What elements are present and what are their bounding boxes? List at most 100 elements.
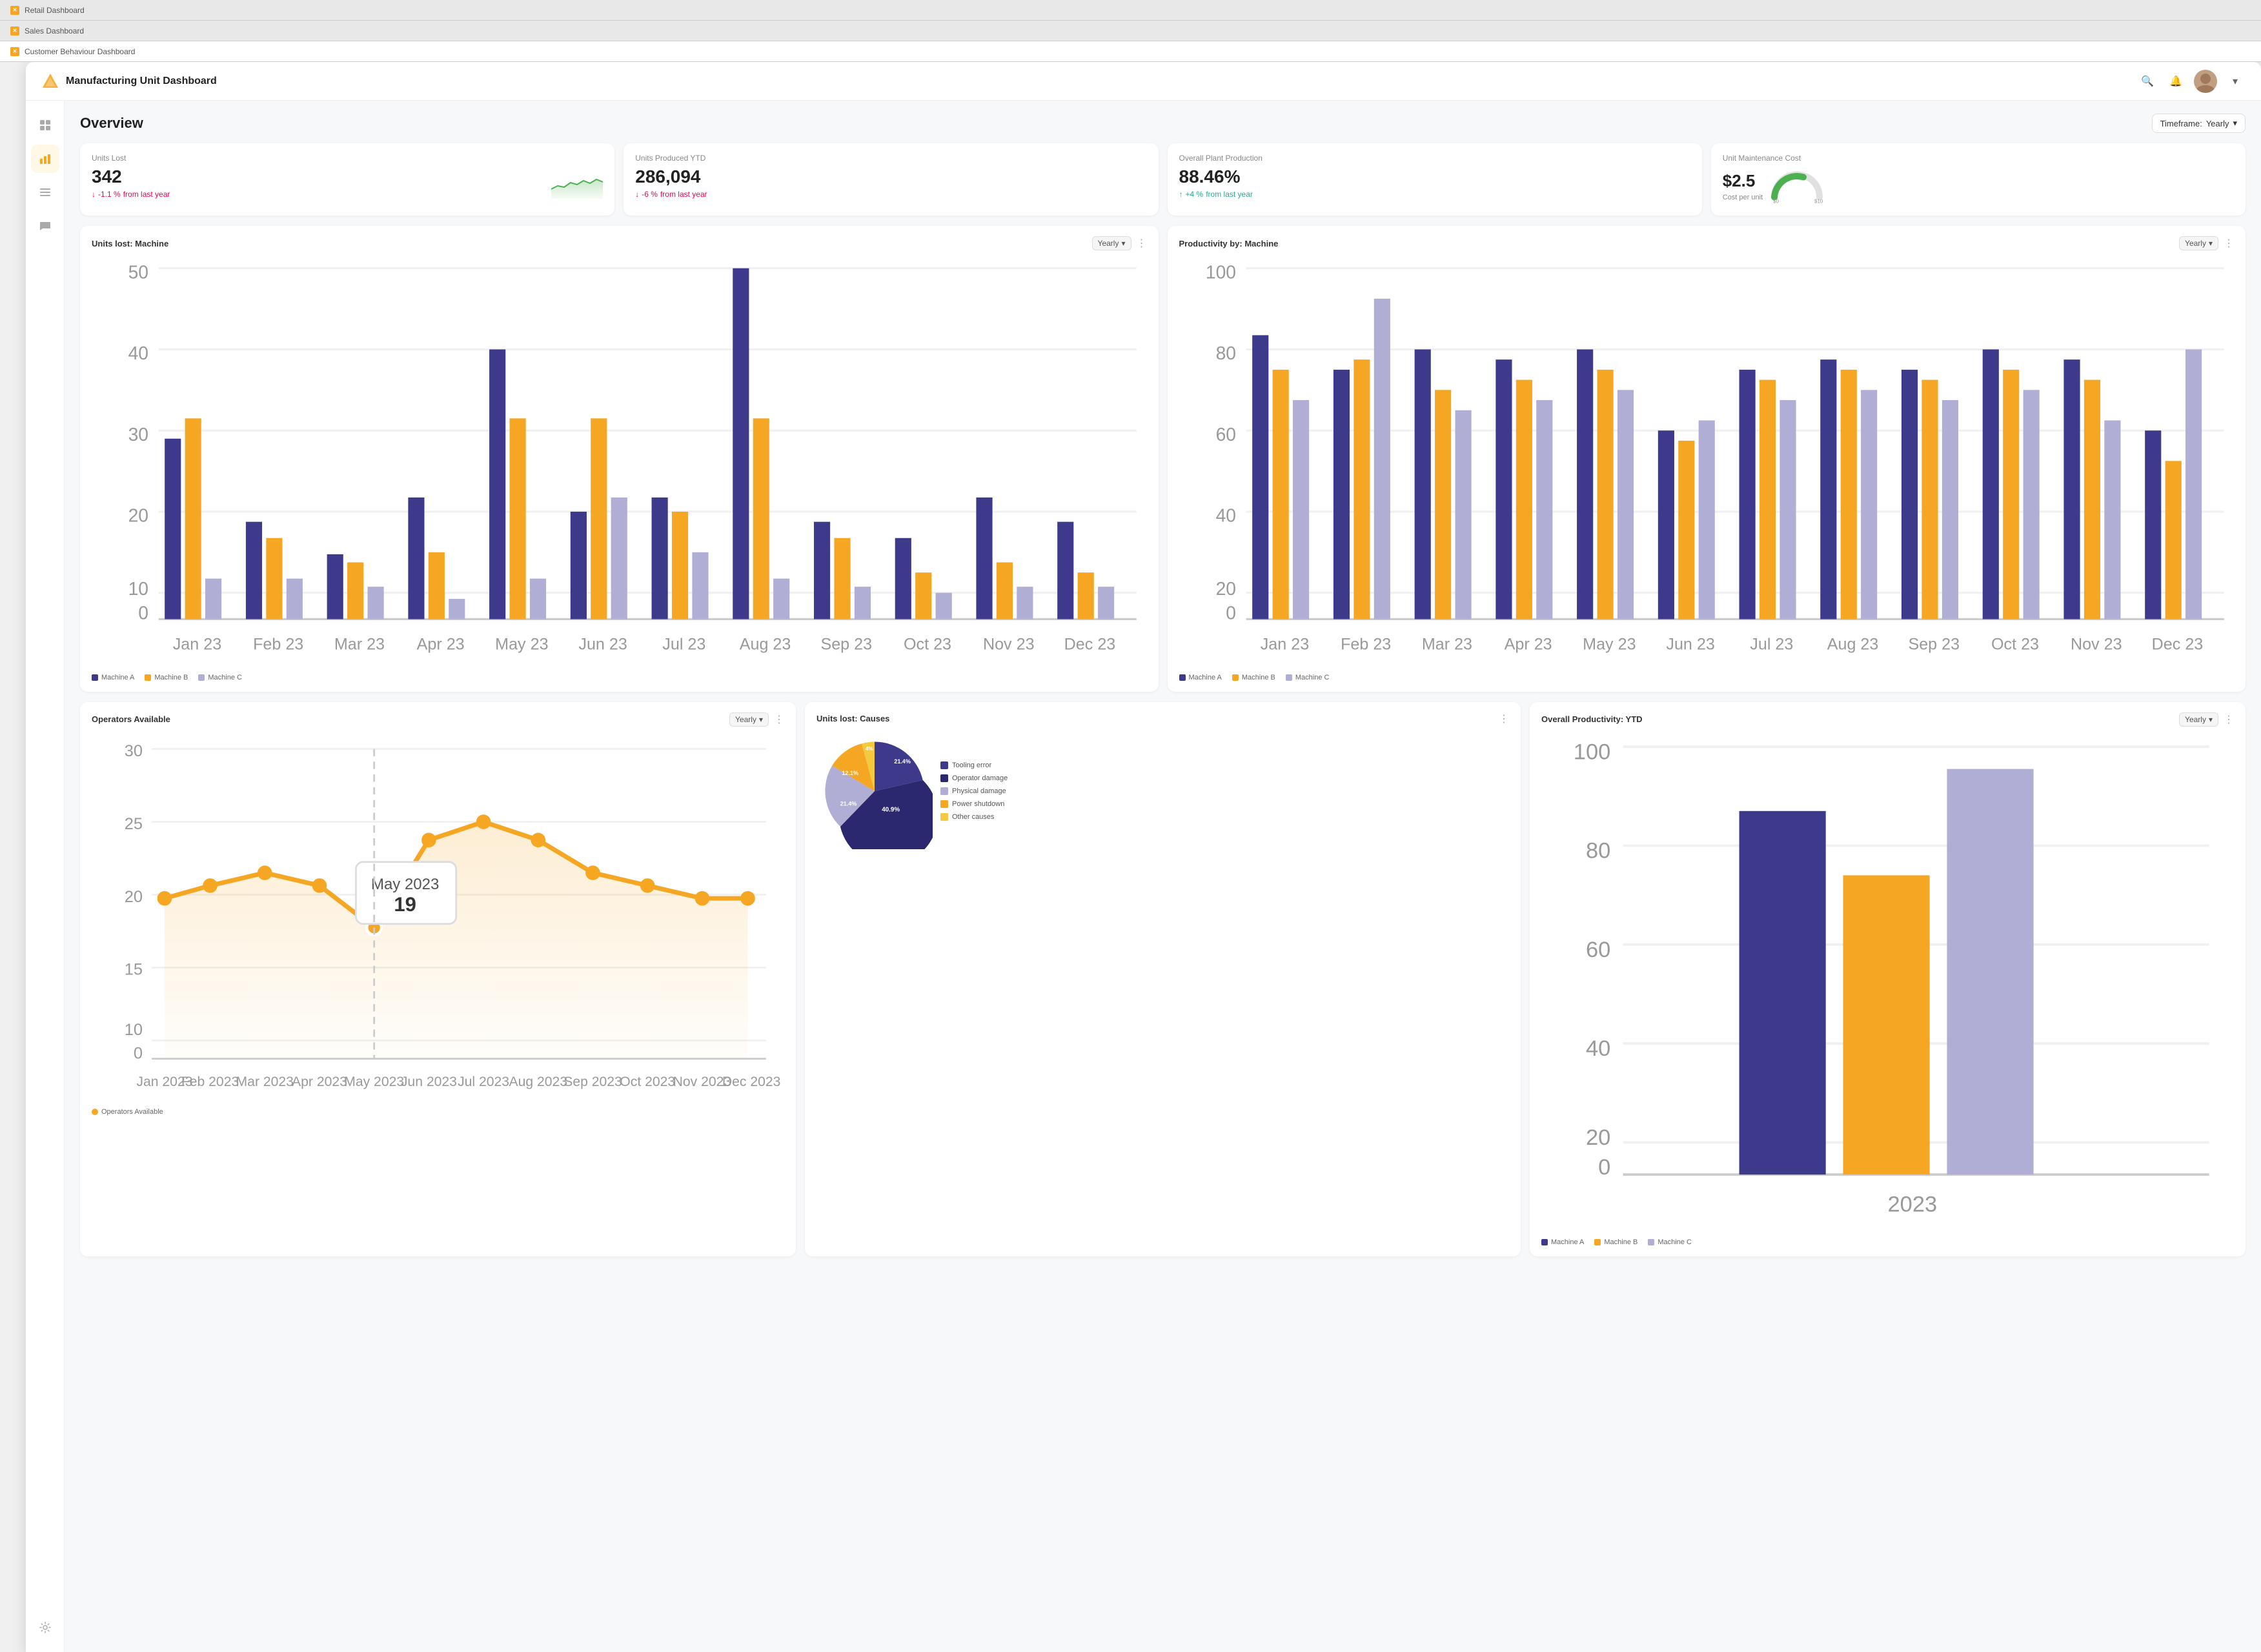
chart-productivity-ytd-title: Overall Productivity: YTD (1541, 714, 1643, 724)
productivity-machine-timeframe-dropdown[interactable]: Yearly ▾ (2179, 236, 2218, 250)
app-layout: Overview Timeframe: Yearly ▾ Units Lost … (26, 101, 2261, 1652)
browser-tab-sales[interactable]: ✕ Sales Dashboard (0, 21, 2261, 41)
arrow-down-icon: ↓ (92, 190, 96, 199)
overview-header: Overview Timeframe: Yearly ▾ (80, 114, 2246, 133)
chart-overall-productivity: Overall Productivity: YTD Yearly ▾ ⋮ 100… (1530, 702, 2246, 1256)
operators-menu[interactable]: ⋮ (774, 713, 784, 726)
svg-text:100: 100 (1574, 740, 1611, 764)
svg-text:60: 60 (1215, 424, 1235, 445)
kpi-plant-production-value: 88.46% (1179, 166, 1690, 187)
pie-section: 21.4% 40.9% 21.4% 12.1% 4% Tooling error (816, 733, 1509, 849)
tab-logo-customer: ✕ (10, 47, 19, 56)
topbar-actions: 🔍 🔔 ▾ (2137, 70, 2246, 93)
svg-text:20: 20 (128, 505, 148, 526)
productivity-machine-legend: Machine A Machine B Machine C (1179, 674, 2235, 681)
svg-text:30: 30 (128, 424, 148, 445)
sidebar-item-list[interactable] (31, 178, 59, 206)
units-lost-machine-menu[interactable]: ⋮ (1137, 237, 1147, 250)
svg-text:Dec 23: Dec 23 (1064, 636, 1116, 654)
legend-ytd-machine-c: Machine C (1648, 1238, 1692, 1246)
kpi-units-lost: Units Lost 342 ↓ -1.1 % from last year (80, 143, 614, 216)
notification-icon-button[interactable]: 🔔 (2165, 71, 2186, 92)
browser-tab-customer[interactable]: ✕ Customer Behaviour Dashboard (0, 41, 2261, 62)
kpi-maintenance-cost-value: $2.5 (1723, 171, 1763, 191)
sidebar-item-chart[interactable] (31, 145, 59, 173)
causes-menu[interactable]: ⋮ (1499, 712, 1509, 725)
svg-text:20: 20 (1586, 1125, 1610, 1150)
chart-productivity-machine: Productivity by: Machine Yearly ▾ ⋮ 100 … (1168, 226, 2246, 692)
chart-causes-header: Units lost: Causes ⋮ (816, 712, 1509, 725)
svg-text:Dec 23: Dec 23 (2151, 636, 2203, 654)
productivity-ytd-menu[interactable]: ⋮ (2224, 713, 2234, 726)
kpi-units-produced: Units Produced YTD 286,094 ↓ -6 % from l… (624, 143, 1158, 216)
svg-text:Apr 23: Apr 23 (417, 636, 465, 654)
legend-machine-a-label: Machine A (101, 674, 134, 681)
svg-text:Sep 23: Sep 23 (820, 636, 872, 654)
svg-text:May 2023: May 2023 (344, 1074, 404, 1089)
browser-tab-retail[interactable]: ✕ Retail Dashboard (0, 0, 2261, 21)
svg-text:40: 40 (1215, 505, 1235, 526)
kpi-units-produced-change: ↓ -6 % from last year (635, 190, 1146, 199)
operators-timeframe-dropdown[interactable]: Yearly ▾ (729, 712, 769, 727)
chart-operators-header: Operators Available Yearly ▾ ⋮ (92, 712, 784, 727)
operators-legend: Operators Available (92, 1108, 784, 1116)
kpi-units-lost-pct: -1.1 % (98, 190, 121, 199)
pie-legend: Tooling error Operator damage Physical d… (940, 761, 1008, 821)
tab-logo-retail: ✕ (10, 6, 19, 15)
svg-text:Oct 23: Oct 23 (904, 636, 951, 654)
chart-units-lost-machine: Units lost: Machine Yearly ▾ ⋮ 50 40 (80, 226, 1159, 692)
svg-text:Jul 2023: Jul 2023 (458, 1074, 509, 1089)
svg-text:Jun 23: Jun 23 (578, 636, 627, 654)
sidebar-item-grid[interactable] (31, 111, 59, 139)
operators-chevron: ▾ (759, 715, 763, 724)
kpi-units-lost-value: 342 (92, 166, 551, 187)
timeframe-value: Yearly (2206, 119, 2229, 128)
chart-units-lost-machine-controls: Yearly ▾ ⋮ (1092, 236, 1147, 250)
svg-text:80: 80 (1586, 838, 1610, 863)
tab-label-customer: Customer Behaviour Dashboard (25, 47, 135, 56)
sidebar-item-message[interactable] (31, 212, 59, 240)
svg-text:May 23: May 23 (1583, 636, 1636, 654)
legend-ytd-machine-a-label: Machine A (1551, 1238, 1584, 1246)
productivity-ytd-timeframe-dropdown[interactable]: Yearly ▾ (2179, 712, 2218, 727)
pie-legend-other: Other causes (940, 813, 1008, 821)
topbar: Manufacturing Unit Dashboard 🔍 🔔 ▾ (26, 62, 2261, 101)
svg-text:4%: 4% (866, 746, 873, 752)
user-avatar[interactable] (2194, 70, 2217, 93)
timeframe-selector[interactable]: Timeframe: Yearly ▾ (2152, 114, 2246, 133)
pie-legend-power: Power shutdown (940, 800, 1008, 808)
svg-text:Nov 23: Nov 23 (983, 636, 1035, 654)
svg-text:Jul 23: Jul 23 (1750, 636, 1793, 654)
pie-legend-other-label: Other causes (952, 813, 994, 821)
svg-text:20: 20 (125, 887, 143, 905)
legend-machine-c: Machine C (198, 674, 242, 681)
search-icon-button[interactable]: 🔍 (2137, 71, 2158, 92)
tab-logo-sales: ✕ (10, 26, 19, 35)
svg-text:Apr 2023: Apr 2023 (292, 1074, 347, 1089)
svg-text:Jan 23: Jan 23 (1260, 636, 1308, 654)
svg-text:10: 10 (128, 578, 148, 599)
sidebar-item-settings[interactable] (31, 1613, 59, 1642)
svg-text:Feb 23: Feb 23 (1341, 636, 1391, 654)
svg-text:100: 100 (1205, 261, 1235, 282)
gauge-container: $2.5 Cost per unit $0 $10 (1723, 166, 2234, 205)
svg-text:21.4%: 21.4% (840, 800, 857, 807)
chart-operators-title: Operators Available (92, 714, 170, 724)
svg-text:2023: 2023 (1887, 1192, 1937, 1216)
productivity-machine-menu[interactable]: ⋮ (2224, 237, 2234, 250)
productivity-ytd-timeframe-value: Yearly (2185, 715, 2206, 724)
svg-text:15: 15 (125, 960, 143, 978)
pie-legend-tooling: Tooling error (940, 761, 1008, 769)
timeframe-chevron: ▾ (2233, 118, 2237, 128)
productivity-machine-chart: 100 80 60 40 20 0 (1179, 258, 2235, 664)
operators-timeframe-value: Yearly (735, 715, 756, 724)
timeframe-label: Timeframe: (2160, 119, 2202, 128)
productivity-ytd-chevron: ▾ (2209, 715, 2213, 724)
chart-operators-controls: Yearly ▾ ⋮ (729, 712, 784, 727)
legend-ytd-machine-c-label: Machine C (1658, 1238, 1692, 1246)
arrow-up-icon: ↑ (1179, 190, 1183, 199)
units-lost-machine-timeframe-dropdown[interactable]: Yearly ▾ (1092, 236, 1131, 250)
user-menu-chevron[interactable]: ▾ (2225, 71, 2246, 92)
legend-prod-machine-a-label: Machine A (1189, 674, 1222, 681)
units-lost-machine-chart: 50 40 30 20 10 0 (92, 258, 1147, 664)
